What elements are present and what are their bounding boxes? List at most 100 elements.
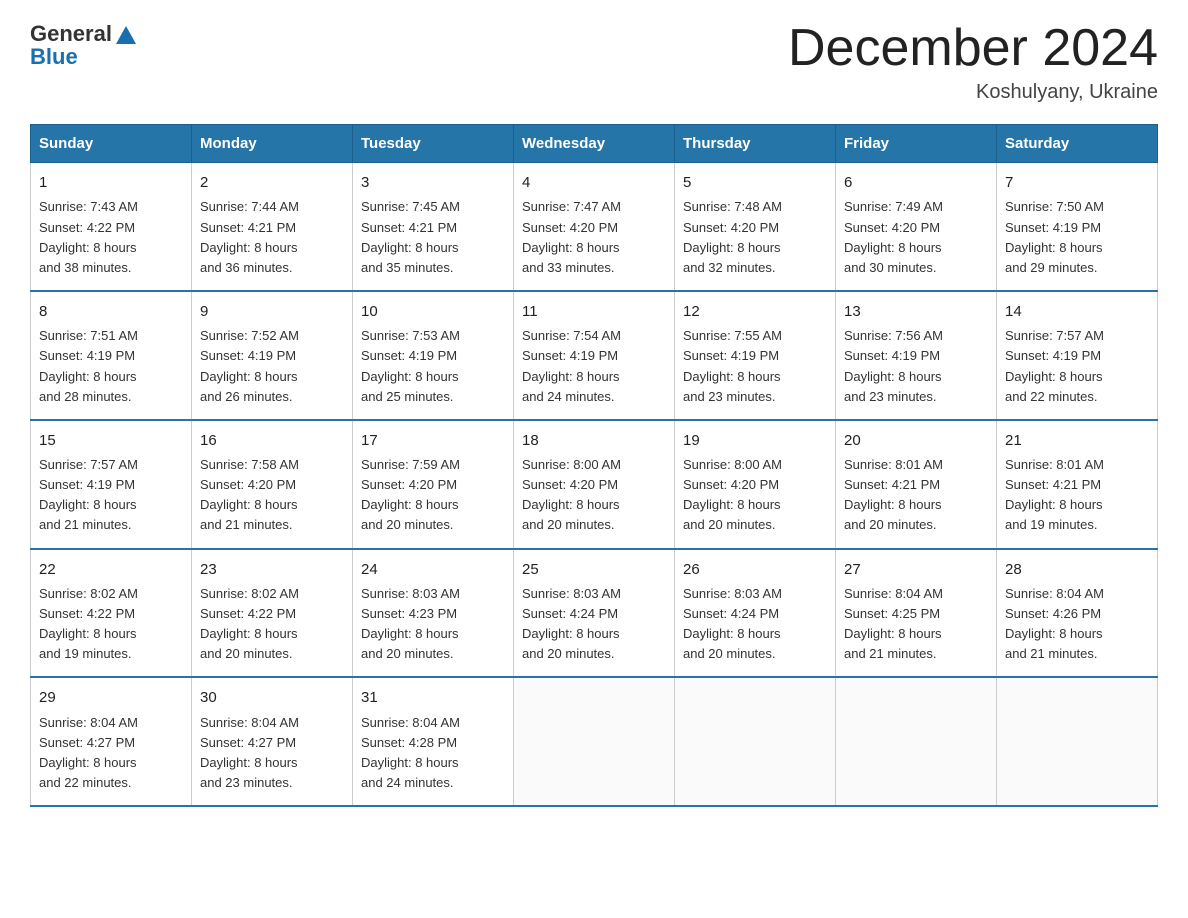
table-row: 6Sunrise: 7:49 AM Sunset: 4:20 PM Daylig…: [836, 163, 997, 291]
table-row: 16Sunrise: 7:58 AM Sunset: 4:20 PM Dayli…: [192, 420, 353, 549]
table-row: 23 Sunrise: 8:02 AM Sunset: 4:22 PM Dayli…: [192, 549, 353, 678]
table-row: 31 Sunrise: 8:04 AM Sunset: 4:28 PM Dayli…: [353, 677, 514, 806]
header-sunday: Sunday: [31, 125, 192, 163]
day-number: 10: [361, 300, 505, 323]
table-row: 9 Sunrise: 7:52 AM Sunset: 4:19 PM Daylig…: [192, 291, 353, 420]
day-number: 12: [683, 300, 827, 323]
day-info: Sunrise: 8:03 AM Sunset: 4:23 PM Dayligh…: [361, 584, 505, 665]
table-row: 24 Sunrise: 8:03 AM Sunset: 4:23 PM Dayli…: [353, 549, 514, 678]
location-title: Koshulyany, Ukraine: [788, 81, 1158, 104]
day-info: Sunrise: 8:03 AM Sunset: 4:24 PM Dayligh…: [683, 584, 827, 665]
day-number: 17: [361, 429, 505, 452]
day-info: Sunrise: 7:59 AM Sunset: 4:20 PM Dayligh…: [361, 455, 505, 536]
table-row: 13Sunrise: 7:56 AM Sunset: 4:19 PM Dayli…: [836, 291, 997, 420]
table-row: [514, 677, 675, 806]
calendar-week-row: 22 Sunrise: 8:02 AM Sunset: 4:22 PM Dayli…: [31, 549, 1158, 678]
day-number: 9: [200, 300, 344, 323]
table-row: 3 Sunrise: 7:45 AM Sunset: 4:21 PM Daylig…: [353, 163, 514, 291]
day-info: Sunrise: 7:50 AM Sunset: 4:19 PM Dayligh…: [1005, 197, 1149, 278]
day-number: 11: [522, 300, 666, 323]
day-number: 3: [361, 171, 505, 194]
day-number: 23: [200, 558, 344, 581]
table-row: 30 Sunrise: 8:04 AM Sunset: 4:27 PM Dayli…: [192, 677, 353, 806]
day-number: 30: [200, 686, 344, 709]
day-info: Sunrise: 8:04 AM Sunset: 4:27 PM Dayligh…: [200, 713, 344, 794]
table-row: 10Sunrise: 7:53 AM Sunset: 4:19 PM Dayli…: [353, 291, 514, 420]
day-info: Sunrise: 8:01 AM Sunset: 4:21 PM Dayligh…: [844, 455, 988, 536]
table-row: 5 Sunrise: 7:48 AM Sunset: 4:20 PM Daylig…: [675, 163, 836, 291]
day-number: 1: [39, 171, 183, 194]
day-info: Sunrise: 8:02 AM Sunset: 4:22 PM Dayligh…: [200, 584, 344, 665]
day-number: 13: [844, 300, 988, 323]
day-info: Sunrise: 7:52 AM Sunset: 4:19 PM Dayligh…: [200, 326, 344, 407]
day-number: 19: [683, 429, 827, 452]
day-info: Sunrise: 7:47 AM Sunset: 4:20 PM Dayligh…: [522, 197, 666, 278]
day-number: 28: [1005, 558, 1149, 581]
table-row: 8Sunrise: 7:51 AM Sunset: 4:19 PM Daylig…: [31, 291, 192, 420]
day-info: Sunrise: 8:04 AM Sunset: 4:28 PM Dayligh…: [361, 713, 505, 794]
day-info: Sunrise: 8:01 AM Sunset: 4:21 PM Dayligh…: [1005, 455, 1149, 536]
table-row: 14Sunrise: 7:57 AM Sunset: 4:19 PM Dayli…: [997, 291, 1158, 420]
day-info: Sunrise: 8:02 AM Sunset: 4:22 PM Dayligh…: [39, 584, 183, 665]
table-row: 11Sunrise: 7:54 AM Sunset: 4:19 PM Dayli…: [514, 291, 675, 420]
table-row: 1Sunrise: 7:43 AM Sunset: 4:22 PM Daylig…: [31, 163, 192, 291]
table-row: 29 Sunrise: 8:04 AM Sunset: 4:27 PM Dayli…: [31, 677, 192, 806]
day-number: 7: [1005, 171, 1149, 194]
table-row: 25Sunrise: 8:03 AM Sunset: 4:24 PM Dayli…: [514, 549, 675, 678]
calendar-week-row: 8Sunrise: 7:51 AM Sunset: 4:19 PM Daylig…: [31, 291, 1158, 420]
page-header: General Blue December 2024 Koshulyany, U…: [30, 20, 1158, 104]
calendar-week-row: 1Sunrise: 7:43 AM Sunset: 4:22 PM Daylig…: [31, 163, 1158, 291]
logo-blue: Blue: [30, 44, 140, 70]
table-row: 26 Sunrise: 8:03 AM Sunset: 4:24 PM Dayli…: [675, 549, 836, 678]
table-row: 21 Sunrise: 8:01 AM Sunset: 4:21 PM Dayli…: [997, 420, 1158, 549]
day-number: 18: [522, 429, 666, 452]
day-number: 31: [361, 686, 505, 709]
day-number: 20: [844, 429, 988, 452]
calendar-header-row: Sunday Monday Tuesday Wednesday Thursday…: [31, 125, 1158, 163]
table-row: 27 Sunrise: 8:04 AM Sunset: 4:25 PM Dayli…: [836, 549, 997, 678]
header-tuesday: Tuesday: [353, 125, 514, 163]
table-row: [997, 677, 1158, 806]
day-number: 4: [522, 171, 666, 194]
table-row: [836, 677, 997, 806]
day-number: 27: [844, 558, 988, 581]
title-block: December 2024 Koshulyany, Ukraine: [788, 20, 1158, 104]
table-row: 15 Sunrise: 7:57 AM Sunset: 4:19 PM Dayli…: [31, 420, 192, 549]
day-info: Sunrise: 8:04 AM Sunset: 4:26 PM Dayligh…: [1005, 584, 1149, 665]
day-info: Sunrise: 8:00 AM Sunset: 4:20 PM Dayligh…: [522, 455, 666, 536]
day-number: 24: [361, 558, 505, 581]
calendar-table: Sunday Monday Tuesday Wednesday Thursday…: [30, 124, 1158, 807]
day-number: 2: [200, 171, 344, 194]
header-friday: Friday: [836, 125, 997, 163]
day-number: 26: [683, 558, 827, 581]
day-info: Sunrise: 7:45 AM Sunset: 4:21 PM Dayligh…: [361, 197, 505, 278]
header-monday: Monday: [192, 125, 353, 163]
table-row: 22 Sunrise: 8:02 AM Sunset: 4:22 PM Dayli…: [31, 549, 192, 678]
day-info: Sunrise: 7:48 AM Sunset: 4:20 PM Dayligh…: [683, 197, 827, 278]
day-number: 21: [1005, 429, 1149, 452]
day-number: 6: [844, 171, 988, 194]
table-row: 7 Sunrise: 7:50 AM Sunset: 4:19 PM Daylig…: [997, 163, 1158, 291]
day-info: Sunrise: 8:04 AM Sunset: 4:25 PM Dayligh…: [844, 584, 988, 665]
header-saturday: Saturday: [997, 125, 1158, 163]
day-number: 15: [39, 429, 183, 452]
calendar-week-row: 15 Sunrise: 7:57 AM Sunset: 4:19 PM Dayli…: [31, 420, 1158, 549]
month-title: December 2024: [788, 20, 1158, 77]
day-info: Sunrise: 7:44 AM Sunset: 4:21 PM Dayligh…: [200, 197, 344, 278]
day-info: Sunrise: 7:58 AM Sunset: 4:20 PM Dayligh…: [200, 455, 344, 536]
calendar-week-row: 29 Sunrise: 8:04 AM Sunset: 4:27 PM Dayli…: [31, 677, 1158, 806]
header-wednesday: Wednesday: [514, 125, 675, 163]
table-row: 2 Sunrise: 7:44 AM Sunset: 4:21 PM Daylig…: [192, 163, 353, 291]
day-info: Sunrise: 8:00 AM Sunset: 4:20 PM Dayligh…: [683, 455, 827, 536]
day-number: 22: [39, 558, 183, 581]
table-row: 17 Sunrise: 7:59 AM Sunset: 4:20 PM Dayli…: [353, 420, 514, 549]
table-row: 18 Sunrise: 8:00 AM Sunset: 4:20 PM Dayli…: [514, 420, 675, 549]
day-info: Sunrise: 8:03 AM Sunset: 4:24 PM Dayligh…: [522, 584, 666, 665]
day-number: 29: [39, 686, 183, 709]
table-row: 4 Sunrise: 7:47 AM Sunset: 4:20 PM Daylig…: [514, 163, 675, 291]
day-number: 8: [39, 300, 183, 323]
table-row: [675, 677, 836, 806]
day-info: Sunrise: 8:04 AM Sunset: 4:27 PM Dayligh…: [39, 713, 183, 794]
day-number: 5: [683, 171, 827, 194]
day-info: Sunrise: 7:57 AM Sunset: 4:19 PM Dayligh…: [39, 455, 183, 536]
